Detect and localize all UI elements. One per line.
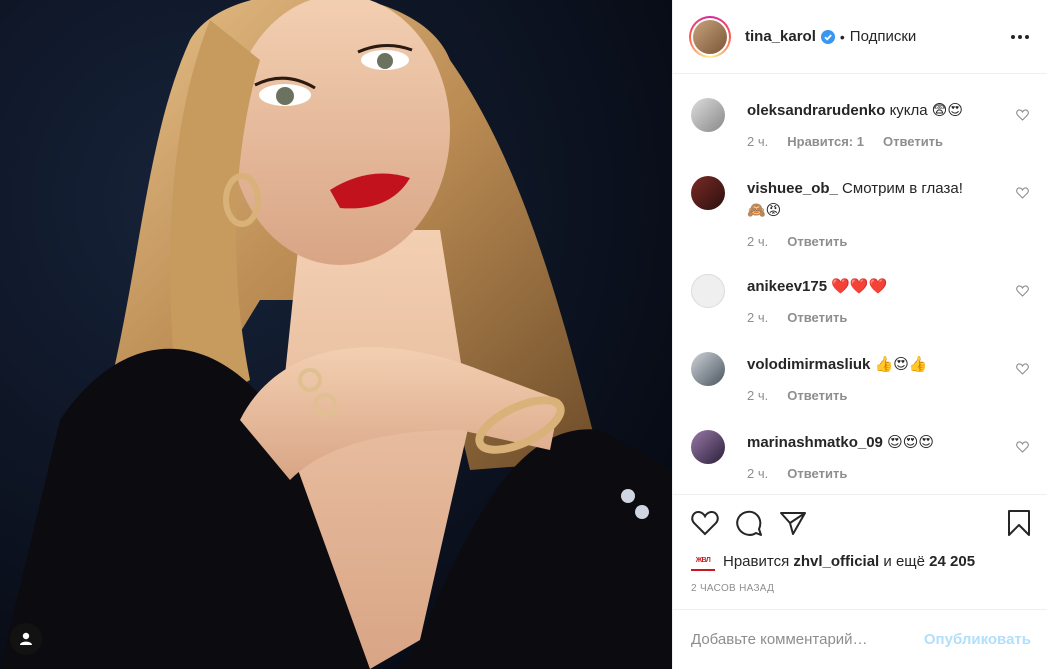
comment-time[interactable]: 2 ч. (747, 466, 768, 481)
comment-username[interactable]: anikeev175 (747, 278, 827, 295)
comments-list[interactable]: oleksandrarudenko кукла 😨😍 2 ч. Нравится:… (673, 74, 1047, 494)
more-options-icon[interactable] (1011, 34, 1031, 39)
publish-button[interactable]: Опубликовать (924, 631, 1031, 648)
share-paper-plane-icon[interactable] (779, 510, 807, 536)
likes-prefix: Нравится (723, 552, 790, 570)
like-comment-heart-icon[interactable] (1016, 440, 1029, 458)
reply-button[interactable]: Ответить (787, 388, 847, 403)
comment-username[interactable]: volodimirmasliuk (747, 356, 870, 373)
verified-badge-icon (820, 29, 835, 44)
comment-item: oleksandrarudenko кукла 😨😍 2 ч. Нравится:… (691, 98, 1031, 178)
comment-bubble-icon[interactable] (735, 509, 763, 537)
comment-emoji: 😨😍 (931, 102, 964, 119)
comment-username[interactable]: vishuee_ob_ (747, 180, 838, 197)
comment-emoji: 👍😍👍 (874, 356, 928, 373)
likes-count[interactable]: 24 205 (929, 553, 975, 570)
reply-button[interactable]: Ответить (787, 310, 847, 325)
portrait-image (0, 0, 672, 669)
add-comment-bar: Опубликовать (673, 609, 1047, 669)
commenter-avatar[interactable] (691, 274, 725, 308)
like-comment-heart-icon[interactable] (1016, 362, 1029, 380)
comment-time[interactable]: 2 ч. (747, 310, 768, 325)
post-header: tina_karol • Подписки (673, 0, 1047, 74)
like-comment-heart-icon[interactable] (1016, 186, 1029, 204)
reply-button[interactable]: Ответить (787, 466, 847, 481)
comment-time[interactable]: 2 ч. (747, 234, 768, 249)
separator-dot: • (839, 28, 845, 45)
comment-like-count[interactable]: Нравится: 1 (787, 134, 864, 149)
liker-username[interactable]: zhvl_official (793, 553, 879, 570)
comment-emoji: 🙈😡 (747, 202, 782, 219)
comment-text: кукла (889, 102, 928, 119)
instagram-post: tina_karol • Подписки oleksandrarudenko … (0, 0, 1047, 669)
post-actions: ЖВЛ Нравится zhvl_official и ещё 24 205 … (673, 494, 1047, 669)
comment-time[interactable]: 2 ч. (747, 388, 768, 403)
commenter-avatar[interactable] (691, 98, 725, 132)
reply-button[interactable]: Ответить (883, 134, 943, 149)
comment-text: Смотрим в глаза! (842, 180, 963, 197)
likes-middle: и ещё (883, 552, 925, 570)
following-button[interactable]: Подписки (850, 28, 917, 45)
commenter-avatar[interactable] (691, 430, 725, 464)
like-comment-heart-icon[interactable] (1016, 108, 1029, 126)
person-icon (20, 632, 32, 645)
save-bookmark-icon[interactable] (1007, 509, 1031, 537)
comment-input[interactable] (691, 631, 924, 648)
post-photo[interactable] (0, 0, 672, 669)
post-timestamp[interactable]: 2 ЧАСОВ НАЗАД (691, 583, 1031, 594)
like-comment-heart-icon[interactable] (1016, 284, 1029, 302)
comment-username[interactable]: marinashmatko_09 (747, 434, 883, 451)
post-sidebar: tina_karol • Подписки oleksandrarudenko … (672, 0, 1047, 669)
likes-summary: ЖВЛ Нравится zhvl_official и ещё 24 205 (691, 551, 1031, 571)
liker-avatar[interactable]: ЖВЛ (691, 551, 715, 571)
commenter-avatar[interactable] (691, 352, 725, 386)
reply-button[interactable]: Ответить (787, 234, 847, 249)
commenter-avatar[interactable] (691, 176, 725, 210)
comment-item: vishuee_ob_ Смотрим в глаза! 🙈😡 2 ч. Ответ… (691, 176, 1031, 276)
comment-time[interactable]: 2 ч. (747, 134, 768, 149)
like-heart-icon[interactable] (691, 510, 719, 536)
tagged-users-button[interactable] (10, 623, 42, 655)
comment-emoji: 😍😍😍 (887, 434, 934, 451)
comment-username[interactable]: oleksandrarudenko (747, 102, 885, 119)
comment-emoji: ❤️❤️❤️ (831, 278, 888, 295)
comment-item: anikeev175 ❤️❤️❤️ 2 ч. Ответить (691, 274, 1031, 354)
comment-item: volodimirmasliuk 👍😍👍 2 ч. Ответить (691, 352, 1031, 432)
comment-item: marinashmatko_09 😍😍😍 2 ч. Ответить (691, 430, 1031, 494)
author-username[interactable]: tina_karol (745, 28, 816, 45)
author-avatar[interactable] (689, 15, 731, 58)
